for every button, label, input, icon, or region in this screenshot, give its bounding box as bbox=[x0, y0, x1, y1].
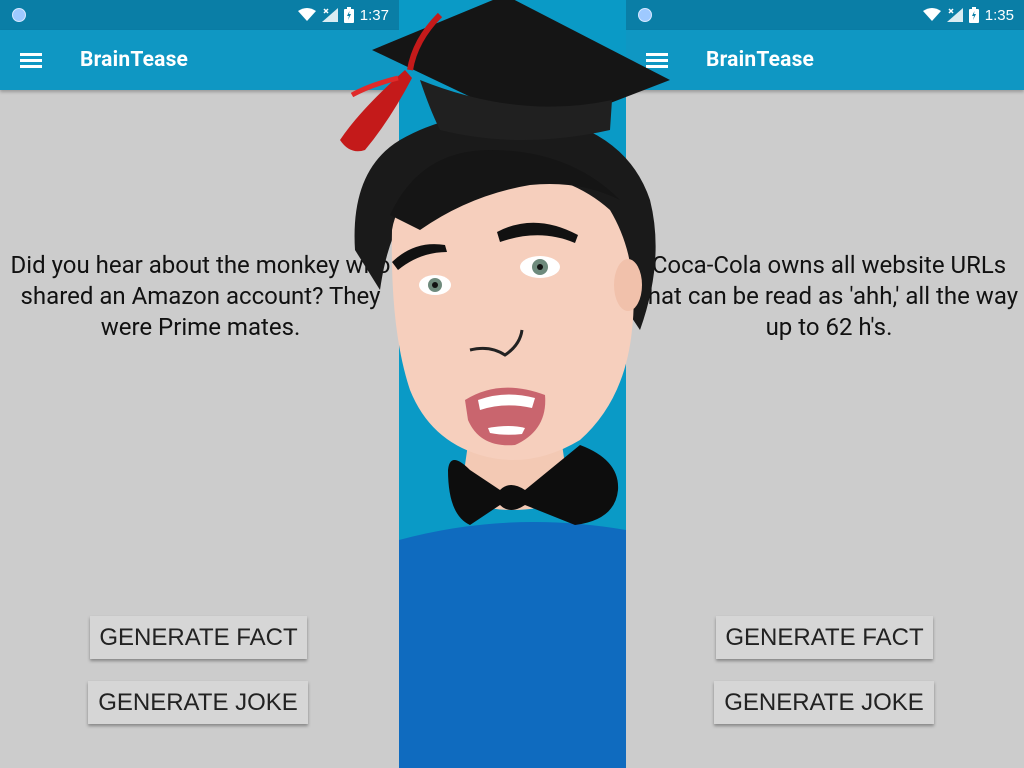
app-title: BrainTease bbox=[80, 48, 189, 72]
menu-icon[interactable] bbox=[20, 51, 42, 69]
status-icons: 1:35 bbox=[922, 5, 1014, 25]
right-phone-screen: 1:35 BrainTease Coca-Cola owns all websi… bbox=[626, 0, 1024, 768]
notification-dot-icon bbox=[12, 8, 26, 22]
app-bar: BrainTease bbox=[626, 30, 1024, 90]
mascot-illustration bbox=[340, 0, 670, 768]
shirt-graphic bbox=[399, 522, 626, 768]
generate-joke-button[interactable]: GENERATE JOKE bbox=[88, 681, 308, 724]
status-bar: 1:35 bbox=[626, 0, 1024, 30]
status-time: 1:35 bbox=[984, 6, 1014, 24]
wifi-icon bbox=[922, 8, 941, 21]
battery-icon bbox=[968, 7, 979, 23]
generate-joke-button[interactable]: GENERATE JOKE bbox=[714, 681, 934, 724]
wifi-icon bbox=[297, 8, 316, 21]
generate-fact-button[interactable]: GENERATE FACT bbox=[716, 616, 933, 659]
fact-text: Coca-Cola owns all website URLs that can… bbox=[639, 251, 1019, 341]
app-title: BrainTease bbox=[706, 48, 815, 72]
signal-icon bbox=[946, 8, 963, 22]
generate-fact-button[interactable]: GENERATE FACT bbox=[90, 616, 307, 659]
graduation-cap-graphic bbox=[340, 0, 670, 152]
